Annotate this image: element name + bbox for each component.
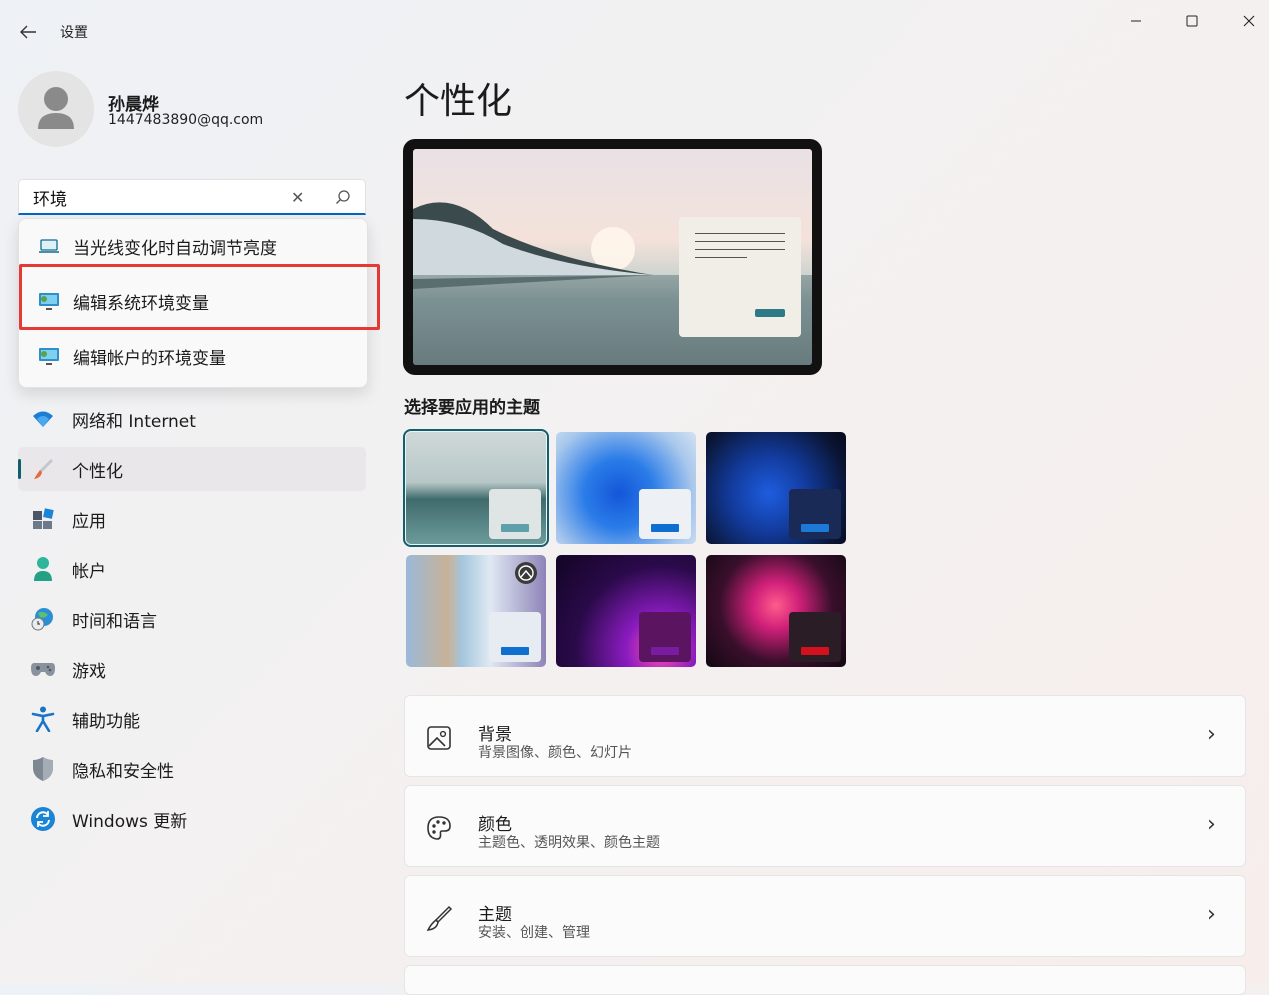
brush-icon: [426, 905, 453, 931]
shield-icon: [30, 756, 56, 782]
accessibility-icon: [30, 706, 56, 732]
preview-window: [679, 217, 801, 337]
card-subtitle: 安装、创建、管理: [478, 925, 590, 941]
palette-icon: [427, 816, 451, 840]
theme-card: [639, 612, 691, 662]
themes-section-label: 选择要应用的主题: [404, 398, 540, 418]
card-background[interactable]: 背景 背景图像、颜色、幻灯片 ›: [404, 695, 1246, 777]
card-colors[interactable]: 颜色 主题色、透明效果、颜色主题 ›: [404, 785, 1246, 867]
wifi-icon: [30, 406, 56, 432]
sidebar-item-label: Windows 更新: [72, 811, 188, 832]
suggestion-label: 当光线变化时自动调节亮度: [73, 238, 277, 259]
sidebar-item-accessibility[interactable]: 辅助功能: [18, 697, 366, 741]
theme-tile-windows-light[interactable]: [556, 432, 696, 544]
theme-tile-windows-dark[interactable]: [706, 432, 846, 544]
person-icon: [30, 556, 56, 582]
spotlight-icon: [515, 562, 537, 584]
theme-tile-captured-motion[interactable]: [556, 555, 696, 667]
theme-tile-glow[interactable]: [403, 429, 549, 547]
search-input[interactable]: [31, 186, 275, 208]
search-icon[interactable]: [335, 189, 351, 205]
sidebar-item-accounts[interactable]: 帐户: [18, 547, 366, 591]
sidebar-item-label: 时间和语言: [72, 611, 157, 632]
chevron-right-icon: ›: [1207, 902, 1216, 927]
sidebar-item-gaming[interactable]: 游戏: [18, 647, 366, 691]
laptop-icon: [37, 236, 61, 256]
sidebar-item-label: 辅助功能: [72, 711, 140, 732]
sidebar-item-label: 游戏: [72, 661, 106, 682]
minimize-button[interactable]: [1113, 8, 1159, 34]
page-title: 个性化: [404, 81, 513, 122]
person-avatar-icon: [38, 87, 74, 129]
sidebar-item-label: 隐私和安全性: [72, 761, 174, 782]
suggestion-label: 编辑帐户的环境变量: [73, 348, 226, 369]
annotation-highlight-box: [19, 264, 380, 330]
sidebar-item-personalization[interactable]: 个性化: [18, 447, 366, 491]
clear-icon[interactable]: ✕: [291, 188, 304, 207]
sidebar-item-windows-update[interactable]: Windows 更新: [18, 797, 366, 841]
preview-button: [755, 309, 785, 317]
avatar[interactable]: [18, 71, 94, 147]
theme-tile-spotlight[interactable]: [406, 555, 546, 667]
globe-clock-icon: [30, 606, 56, 632]
sidebar-item-label: 应用: [72, 511, 106, 532]
theme-tile-flow[interactable]: [706, 555, 846, 667]
sidebar-item-label: 网络和 Internet: [72, 411, 196, 432]
card-partial[interactable]: [404, 965, 1246, 995]
back-button[interactable]: [14, 20, 42, 44]
monitor-settings-icon: [37, 346, 61, 366]
close-button[interactable]: [1226, 8, 1269, 34]
active-indicator: [18, 459, 21, 479]
user-email: 1447483890@qq.com: [108, 112, 264, 128]
card-themes[interactable]: 主题 安装、创建、管理 ›: [404, 875, 1246, 957]
sidebar-item-label: 帐户: [72, 561, 106, 582]
chevron-right-icon: ›: [1207, 812, 1216, 837]
maximize-button[interactable]: [1169, 8, 1215, 34]
app-title: 设置: [60, 25, 88, 41]
title-bar: 设置: [0, 0, 1269, 60]
sidebar-item-time-language[interactable]: 时间和语言: [18, 597, 366, 641]
preview-wallpaper: [413, 149, 812, 365]
suggestion-item[interactable]: 编辑帐户的环境变量: [19, 329, 367, 383]
theme-card: [489, 612, 541, 662]
sidebar-item-apps[interactable]: 应用: [18, 497, 366, 541]
card-subtitle: 主题色、透明效果、颜色主题: [478, 835, 660, 851]
theme-preview: [403, 139, 822, 375]
image-icon: [427, 726, 451, 750]
maximize-icon: [1186, 15, 1198, 27]
apps-icon: [30, 506, 56, 532]
gamepad-icon: [30, 656, 56, 682]
theme-card: [489, 489, 541, 539]
paintbrush-icon: [30, 456, 56, 482]
sidebar-item-label: 个性化: [72, 461, 123, 482]
chevron-right-icon: ›: [1207, 722, 1216, 747]
update-icon: [30, 806, 56, 832]
sidebar-item-privacy[interactable]: 隐私和安全性: [18, 747, 366, 791]
theme-card: [789, 612, 841, 662]
card-subtitle: 背景图像、颜色、幻灯片: [478, 745, 632, 761]
close-icon: [1243, 15, 1255, 27]
search-box[interactable]: ✕: [18, 179, 366, 215]
sidebar-item-network[interactable]: 网络和 Internet: [18, 397, 366, 441]
theme-card: [639, 489, 691, 539]
minimize-icon: [1131, 20, 1141, 22]
theme-card: [789, 489, 841, 539]
arrow-left-icon: [20, 25, 36, 39]
